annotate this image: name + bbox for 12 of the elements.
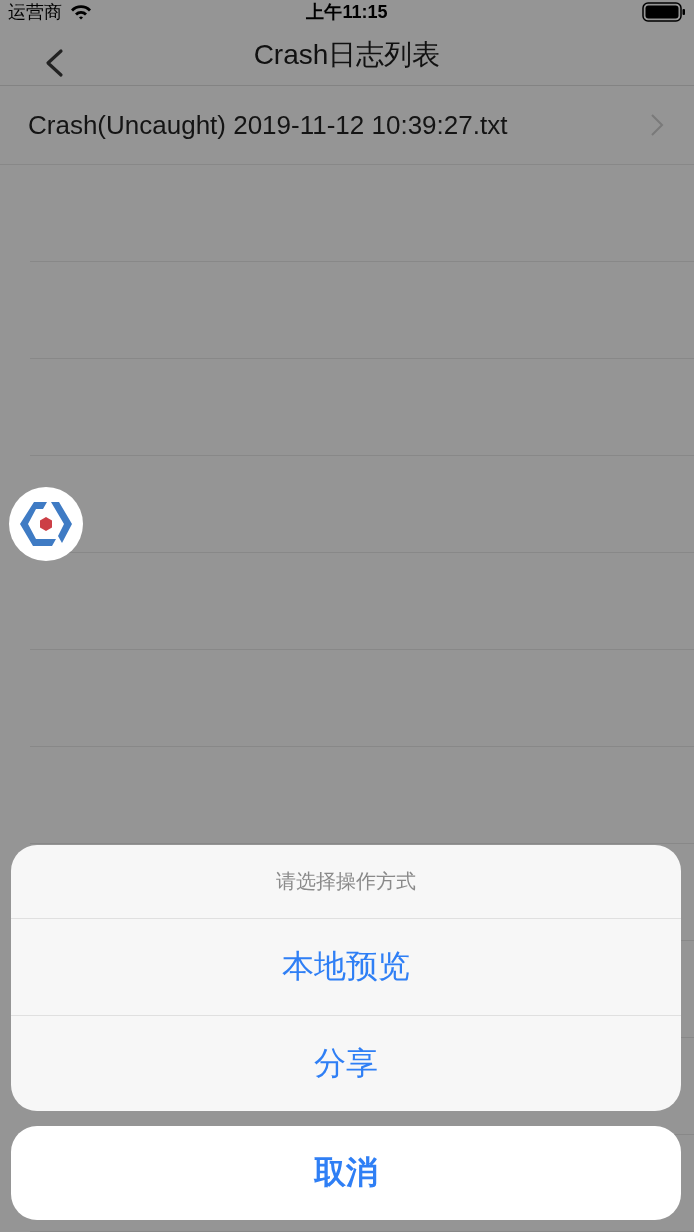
status-time: 上午11:15: [306, 2, 388, 22]
sheet-title: 请选择操作方式: [276, 869, 416, 894]
cancel-button[interactable]: 取消: [11, 1126, 681, 1220]
chevron-icon: [650, 113, 664, 138]
hexagon-logo-icon: [18, 499, 74, 549]
action-option[interactable]: 分享: [11, 1015, 681, 1111]
wifi-icon: [70, 4, 92, 20]
battery-icon: [642, 2, 686, 22]
action-option[interactable]: 本地预览: [11, 919, 681, 1015]
list-item[interactable]: Crash(Uncaught) 2019-11-12 10:39:27.txt: [0, 86, 694, 165]
nav-title: Crash日志列表: [253, 37, 441, 72]
carrier-label: 运营商: [8, 1, 62, 24]
